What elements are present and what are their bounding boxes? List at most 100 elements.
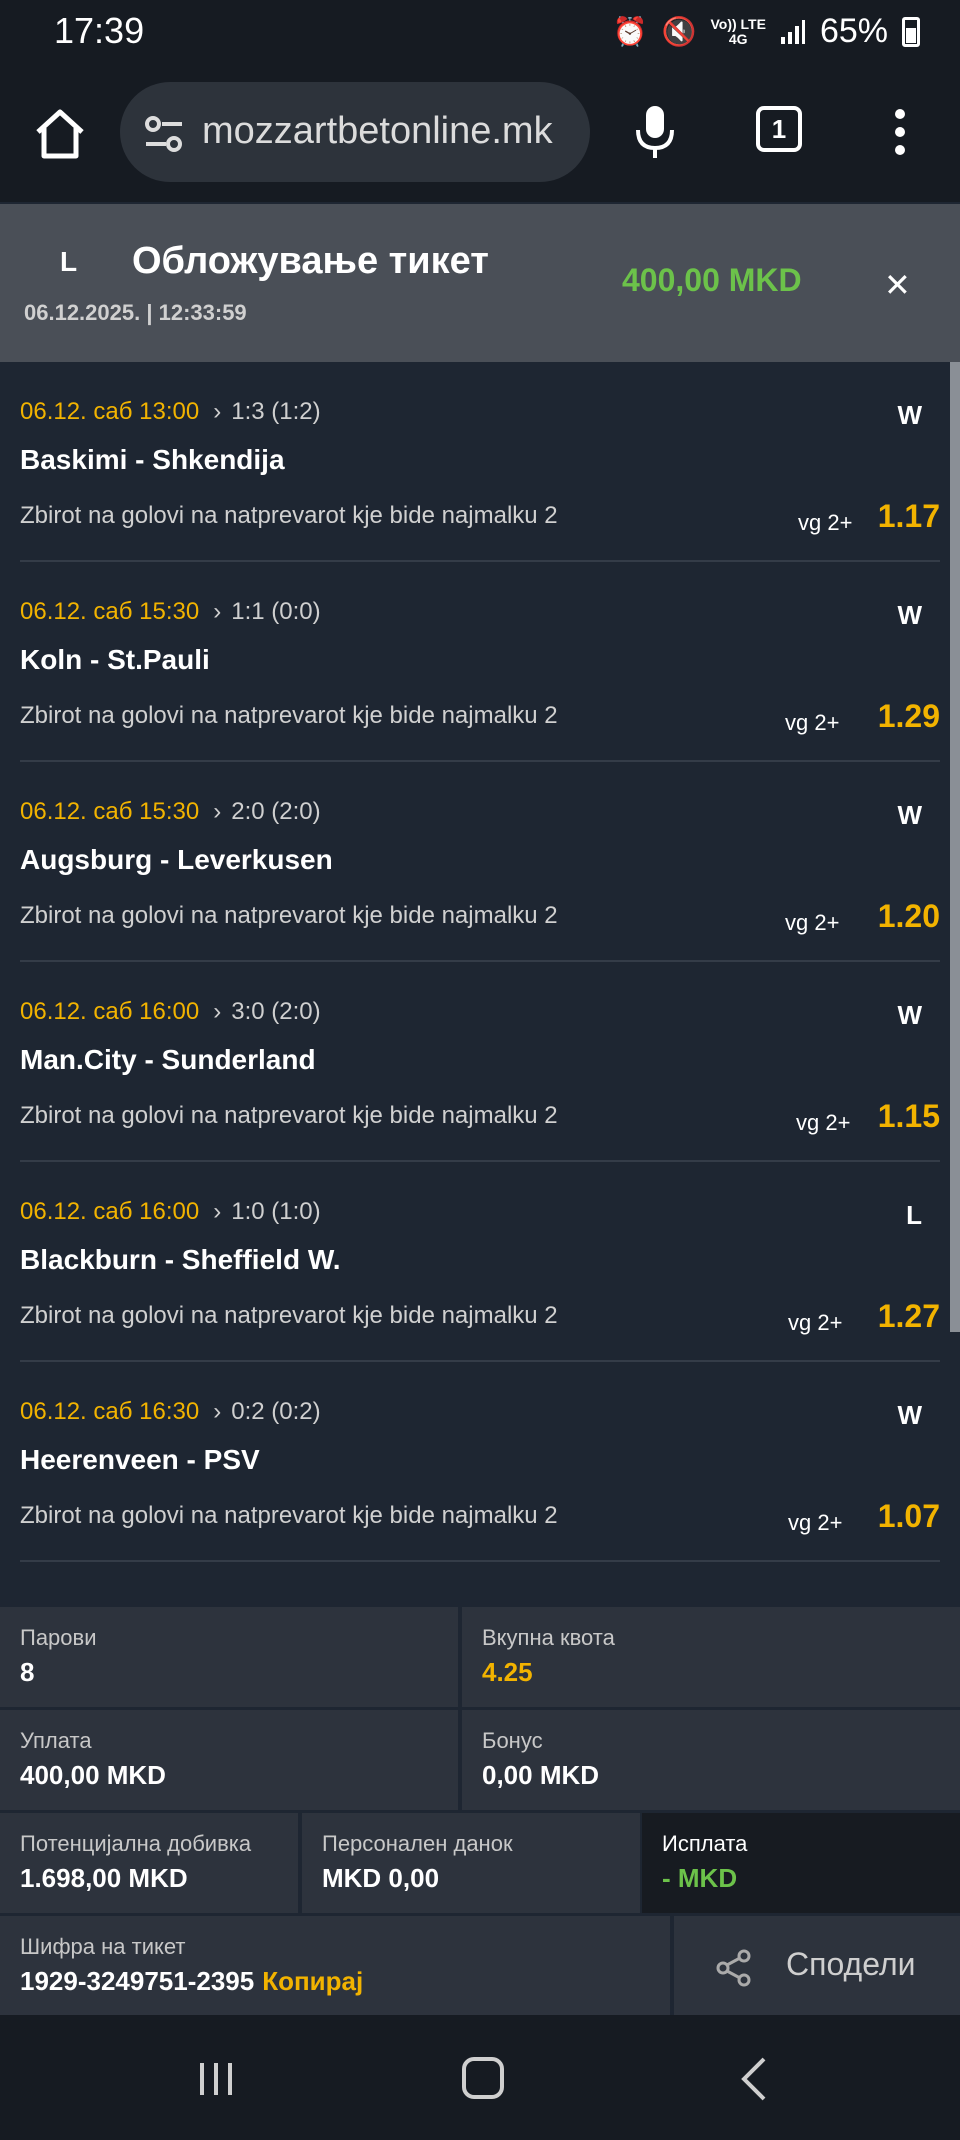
event-score: 1:3 (1:2) xyxy=(231,398,321,425)
event-list[interactable]: 06.12. саб 13:00 › 1:3 (1:2) W Baskimi - S… xyxy=(0,362,950,1607)
scrollbar[interactable] xyxy=(950,362,960,1332)
event-odd: 1.29 xyxy=(877,698,940,734)
chevron-right-icon: › xyxy=(213,1398,222,1425)
event-odd: 1.15 xyxy=(877,1098,940,1134)
pairs-value: 8 xyxy=(20,1657,35,1687)
event-result: W xyxy=(897,600,922,630)
address-bar[interactable]: mozzartbetonline.mk xyxy=(120,82,590,182)
home-nav-icon[interactable] xyxy=(462,2057,504,2099)
event-score: 3:0 (2:0) xyxy=(231,998,321,1025)
battery-percent: 65% xyxy=(819,12,888,50)
event-row: 06.12. саб 16:00 › 3:0 (2:0) W Man.City - … xyxy=(20,962,940,1162)
share-label: Сподели xyxy=(786,1946,916,1982)
ticket-header: L Обложување тикет 06.12.2025. | 12:33:5… xyxy=(0,204,960,362)
event-market: Zbirot na golovi na natprevarot kje bide… xyxy=(20,702,558,729)
ticket-code-label: Шифра на тикет xyxy=(20,1934,186,1959)
recent-apps-icon[interactable] xyxy=(196,2059,236,2099)
more-menu-icon[interactable] xyxy=(880,102,920,162)
chevron-right-icon: › xyxy=(213,1198,222,1225)
event-row: 06.12. саб 16:30 › 0:2 (0:2) W Heerenveen … xyxy=(20,1362,940,1562)
total-odds-value: 4.25 xyxy=(482,1657,533,1687)
event-pick: vg 2+ xyxy=(796,1110,851,1135)
browser-toolbar: mozzartbetonline.mk 1 xyxy=(0,62,960,202)
event-market: Zbirot na golovi na natprevarot kje bide… xyxy=(20,1102,558,1129)
ticket-code-cell: Шифра на тикет 1929-3249751-2395 Копирај xyxy=(0,1916,670,2015)
event-result: W xyxy=(897,800,922,830)
stake-label: Уплата xyxy=(20,1728,92,1753)
event-market: Zbirot na golovi na natprevarot kje bide… xyxy=(20,902,558,929)
event-match: Koln - St.Pauli xyxy=(20,644,210,675)
event-score: 0:2 (0:2) xyxy=(231,1398,321,1425)
event-pick: vg 2+ xyxy=(798,510,853,535)
chevron-right-icon: › xyxy=(213,998,222,1025)
event-result: W xyxy=(897,1400,922,1430)
event-date: 06.12. саб 13:00 xyxy=(20,398,200,425)
ticket-code-value: 1929-3249751-2395 xyxy=(20,1966,255,1996)
event-match: Augsburg - Leverkusen xyxy=(20,844,333,875)
event-date: 06.12. саб 15:30 xyxy=(20,798,200,825)
stake-cell: Уплата 400,00 MKD xyxy=(0,1710,458,1810)
event-pick: vg 2+ xyxy=(785,910,840,935)
home-icon[interactable] xyxy=(30,104,90,164)
event-odd: 1.07 xyxy=(877,1498,940,1534)
potential-win-cell: Потенцијална добивка 1.698,00 MKD xyxy=(0,1813,298,1913)
event-odd: 1.27 xyxy=(877,1298,940,1334)
event-result: W xyxy=(897,1000,922,1030)
event-date: 06.12. саб 16:30 xyxy=(20,1398,200,1425)
event-pick: vg 2+ xyxy=(788,1510,843,1535)
chevron-right-icon: › xyxy=(213,398,222,425)
event-pick: vg 2+ xyxy=(785,710,840,735)
event-result: L xyxy=(906,1200,922,1230)
event-date: 06.12. саб 16:00 xyxy=(20,1198,200,1225)
event-match: Heerenveen - PSV xyxy=(20,1444,260,1475)
event-row: 06.12. саб 16:00 › 1:0 (1:0) L Blackburn -… xyxy=(20,1162,940,1362)
event-match: Baskimi - Shkendija xyxy=(20,444,285,475)
event-row: 06.12. саб 13:00 › 1:3 (1:2) W Baskimi - S… xyxy=(20,362,940,562)
system-nav-bar xyxy=(0,2015,960,2140)
tax-cell: Персонален данок MKD 0,00 xyxy=(302,1813,640,1913)
tax-value: MKD 0,00 xyxy=(322,1863,440,1893)
event-row: 06.12. саб 15:30 › 1:1 (0:0) W Koln - St.P… xyxy=(20,562,940,762)
url-text: mozzartbetonline.mk xyxy=(202,110,553,152)
chevron-right-icon: › xyxy=(213,798,222,825)
signal-icon xyxy=(780,19,805,44)
chevron-right-icon: › xyxy=(213,598,222,625)
ticket-amount: 400,00 MKD xyxy=(622,262,802,298)
share-button[interactable]: Сподели xyxy=(674,1916,960,2015)
pairs-label: Парови xyxy=(20,1625,97,1650)
close-icon[interactable]: ✕ xyxy=(884,266,911,304)
payout-value: - MKD xyxy=(662,1863,738,1893)
site-settings-icon[interactable] xyxy=(142,112,186,156)
status-icons: ⏰ 🔇 Vo)) LTE 4G 65% xyxy=(613,12,920,51)
event-date: 06.12. саб 16:00 xyxy=(20,998,200,1025)
event-score: 1:1 (0:0) xyxy=(231,598,321,625)
status-time: 17:39 xyxy=(54,10,145,51)
tab-switcher-button[interactable]: 1 xyxy=(756,106,802,152)
microphone-icon[interactable] xyxy=(630,102,680,162)
pairs-cell: Парови 8 xyxy=(0,1607,458,1707)
event-odd: 1.17 xyxy=(877,498,940,534)
event-result: W xyxy=(897,400,922,430)
potential-win-label: Потенцијална добивка xyxy=(20,1831,252,1856)
stake-value: 400,00 MKD xyxy=(20,1760,166,1790)
event-score: 1:0 (1:0) xyxy=(231,1198,321,1225)
bonus-cell: Бонус 0,00 MKD xyxy=(462,1710,960,1810)
event-market: Zbirot na golovi na natprevarot kje bide… xyxy=(20,1302,558,1329)
event-match: Blackburn - Sheffield W. xyxy=(20,1244,341,1275)
copy-button[interactable]: Копирај xyxy=(262,1966,363,1996)
payout-cell: Исплата - MKD xyxy=(642,1813,960,1913)
potential-win-value: 1.698,00 MKD xyxy=(20,1863,188,1893)
back-icon[interactable] xyxy=(736,2055,770,2103)
event-odd: 1.20 xyxy=(877,898,940,934)
network-indicator: Vo)) LTE 4G xyxy=(710,15,766,47)
ticket-title: Обложување тикет xyxy=(132,240,489,282)
ticket-datetime: 06.12.2025. | 12:33:59 xyxy=(24,300,247,325)
status-bar: 17:39 ⏰ 🔇 Vo)) LTE 4G 65% xyxy=(0,0,960,62)
alarm-icon: ⏰ xyxy=(612,16,648,47)
event-date: 06.12. саб 15:30 xyxy=(20,598,200,625)
bonus-value: 0,00 MKD xyxy=(482,1760,600,1790)
payout-label: Исплата xyxy=(662,1831,748,1856)
battery-icon xyxy=(902,16,920,47)
mute-icon: 🔇 xyxy=(661,16,697,47)
total-odds-cell: Вкупна квота 4.25 xyxy=(462,1607,960,1707)
